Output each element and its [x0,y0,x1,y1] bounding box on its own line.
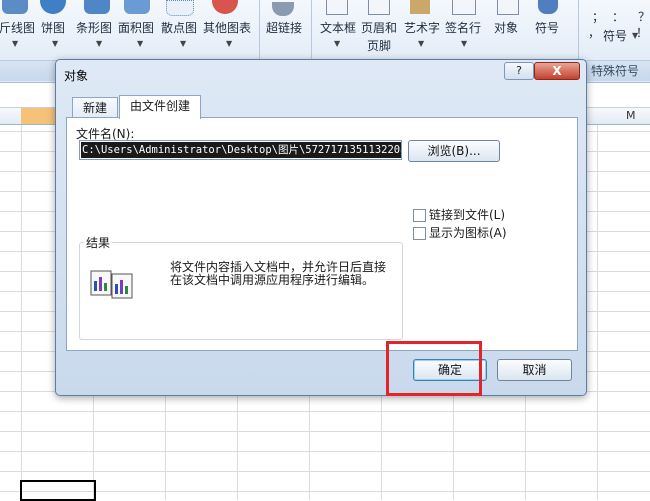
column-letter-m[interactable]: M [626,109,636,122]
chevron-down-icon[interactable]: ▼ [226,39,232,48]
result-description: 将文件内容插入文档中，并允许日后直接在该文档中调用源应用程序进行编辑。 [170,260,387,287]
textbox-icon[interactable] [326,0,348,15]
object-dialog: 对象 ? X 新建 由文件创建 文件名(N): C:\Users\Adminis… [55,59,587,396]
chevron-down-icon[interactable]: ▼ [632,31,638,40]
symbol-dropdown-button[interactable]: 符号 [603,27,627,44]
browse-button[interactable]: 浏览(B)... [408,140,500,162]
signature-line-icon[interactable] [452,0,476,15]
selected-column-header[interactable] [21,108,57,124]
active-cell[interactable] [20,480,96,501]
semicolon-glyph[interactable]: ； [592,10,612,24]
chevron-down-icon[interactable]: ▼ [180,39,186,48]
ribbon-header-footer-label[interactable]: 页眉和 [361,19,397,36]
bar-chart-icon[interactable] [84,0,110,14]
other-charts-icon[interactable] [212,0,238,14]
line-chart-icon[interactable] [2,0,28,14]
tab-create-from-file[interactable]: 由文件创建 [119,95,202,119]
display-as-icon-checkbox[interactable] [413,227,426,240]
ribbon-object-label[interactable]: 对象 [494,19,518,36]
chevron-down-icon[interactable]: ▼ [418,39,424,48]
ribbon-line-chart-label[interactable]: 斤线图 [0,19,35,36]
display-as-icon-row[interactable]: 显示为图标(A) [413,224,507,240]
chevron-down-icon[interactable]: ▼ [52,39,58,48]
link-to-file-label[interactable]: 链接到文件(L) [429,208,505,222]
create-from-file-panel: 文件名(N): C:\Users\Administrator\Desktop\图… [66,117,578,351]
ribbon-other-charts-label[interactable]: 其他图表 [203,19,251,36]
comma-glyph[interactable]: ， [588,24,600,41]
hyperlink-icon[interactable] [272,2,294,16]
ribbon-pie-chart-label[interactable]: 饼图 [41,19,65,36]
link-to-file-checkbox[interactable] [413,209,426,222]
tab-new[interactable]: 新建 [72,97,119,118]
chevron-down-icon[interactable]: ▼ [334,39,340,48]
ribbon-header-footer-label2[interactable]: 页脚 [367,37,391,54]
special-symbols-group-label: 特殊符号 [591,64,640,78]
ribbon-symbol-label[interactable]: 符号 [535,19,559,36]
chevron-down-icon[interactable]: ▼ [12,39,18,48]
punctuation-glyphs[interactable]: ；：？ [592,8,650,25]
scatter-chart-icon[interactable] [166,0,194,16]
ribbon-wordart-label[interactable]: 艺术字 [404,19,440,36]
dialog-title: 对象 [64,69,89,83]
file-name-input[interactable]: C:\Users\Administrator\Desktop\图片\572717… [79,140,402,160]
result-title: 结果 [84,234,113,251]
chevron-down-icon[interactable]: ▼ [96,39,102,48]
chevron-down-icon[interactable]: ▼ [137,39,143,48]
ok-button-highlight [386,341,482,396]
colon-glyph[interactable]: ： [612,10,638,24]
link-to-file-row[interactable]: 链接到文件(L) [413,206,505,222]
ribbon-hyperlink-label[interactable]: 超链接 [266,19,302,36]
help-button[interactable]: ? [504,62,534,80]
ribbon-bar-chart-label[interactable]: 条形图 [76,19,112,36]
pie-chart-icon[interactable] [40,0,66,14]
object-icon[interactable] [497,0,519,15]
wordart-icon[interactable] [410,0,430,14]
cancel-button[interactable]: 取消 [497,359,572,381]
ribbon-textbox-label[interactable]: 文本框 [320,19,356,36]
header-footer-icon[interactable] [368,0,390,15]
ribbon-scatter-chart-label[interactable]: 散点图 [161,19,197,36]
symbol-icon[interactable] [538,0,558,14]
question-glyph[interactable]: ？ [638,10,650,24]
ribbon-signature-line-label[interactable]: 签名行 [445,19,481,36]
chevron-down-icon[interactable]: ▼ [461,39,467,48]
display-as-icon-label[interactable]: 显示为图标(A) [429,226,507,240]
ribbon-area-chart-label[interactable]: 面积图 [118,19,154,36]
result-group: 结果 将文件内容插入文档中，并允许日后直接在该文档中调用源应用程序进行编辑。 [79,234,403,340]
file-path-text[interactable]: C:\Users\Administrator\Desktop\图片\572717… [81,142,401,158]
close-button[interactable]: X [534,62,580,80]
area-chart-icon[interactable] [124,0,150,14]
embedded-file-icon [90,270,133,299]
